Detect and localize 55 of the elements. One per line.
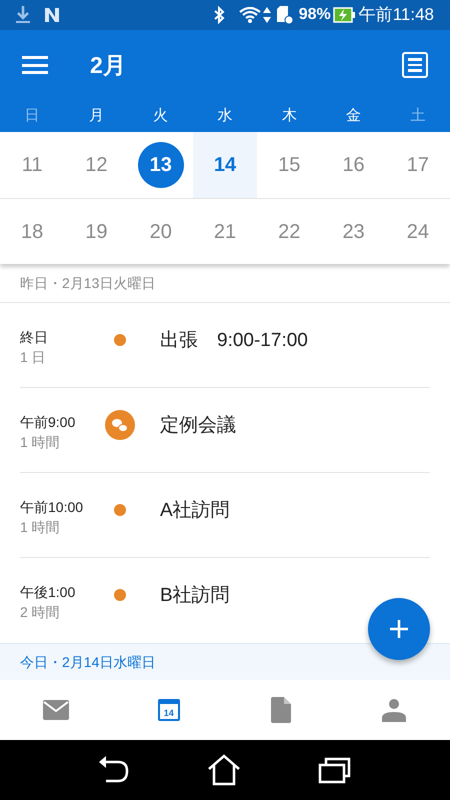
event-duration: 2 時間 [20, 603, 61, 622]
day-number[interactable]: 15 [266, 142, 312, 188]
home-icon[interactable] [206, 754, 241, 786]
day-number[interactable]: 23 [330, 208, 377, 254]
day-number[interactable]: 13 [138, 142, 184, 188]
list-view-button[interactable] [402, 52, 428, 78]
nav-tab[interactable]: 14 [112, 680, 225, 740]
weekday-label: 水 [216, 106, 234, 126]
today-cell[interactable]: 14 [192, 132, 258, 198]
weekday-label: 金 [345, 106, 362, 126]
day-number[interactable]: 18 [9, 208, 56, 254]
n-logo-icon [44, 7, 60, 23]
day-number[interactable]: 24 [394, 208, 441, 254]
event-title[interactable]: 出張 9:00-17:00 [160, 327, 308, 355]
download-icon [16, 6, 30, 24]
weekday-label: 土 [409, 106, 426, 126]
day-number[interactable]: 22 [266, 208, 312, 254]
section-header: 今日・2月14日水曜日 [0, 643, 450, 680]
recent-apps-icon[interactable] [318, 756, 352, 784]
weekday-label: 火 [152, 106, 170, 126]
calendar-icon: 14 [158, 699, 180, 721]
sd-card-icon [276, 6, 293, 24]
bluetooth-icon [212, 6, 225, 24]
day-number[interactable]: 16 [330, 142, 377, 188]
day-number[interactable]: 19 [73, 208, 120, 254]
day-number[interactable]: 20 [138, 208, 184, 254]
section-header: 昨日・2月13日火曜日 [0, 264, 450, 303]
day-number[interactable]: 11 [9, 142, 56, 188]
day-number[interactable]: 12 [73, 142, 120, 188]
clock: 午前11:48 [358, 4, 434, 26]
battery-charging-icon [332, 7, 355, 23]
event-duration: 1 日 [20, 348, 47, 367]
back-icon[interactable] [98, 756, 130, 784]
month-title: 2月 [90, 50, 126, 80]
day-number[interactable]: 14 [202, 142, 248, 188]
data-arrows-icon [262, 6, 271, 24]
event-time: 午前10:00 [20, 498, 84, 517]
wifi-icon [238, 7, 261, 23]
menu-button[interactable] [22, 54, 48, 76]
event-time: 午後1:00 [20, 583, 76, 602]
event-duration: 1 時間 [20, 433, 61, 452]
event-time: 午前9:00 [20, 413, 76, 432]
plus-icon [389, 619, 409, 639]
event-title[interactable]: B社訪問 [160, 582, 230, 610]
day-number[interactable]: 21 [202, 208, 248, 254]
battery-percent: 98% [298, 5, 331, 25]
add-button[interactable] [368, 598, 430, 660]
day-number[interactable]: 17 [394, 142, 441, 188]
weekday-label: 日 [24, 106, 41, 126]
event-time: 終日 [20, 328, 49, 347]
event-title[interactable]: A社訪問 [160, 497, 230, 525]
weekday-label: 木 [280, 106, 298, 126]
weekday-label: 月 [88, 106, 105, 126]
event-title[interactable]: 定例会議 [160, 412, 236, 440]
event-duration: 1 時間 [20, 518, 61, 537]
